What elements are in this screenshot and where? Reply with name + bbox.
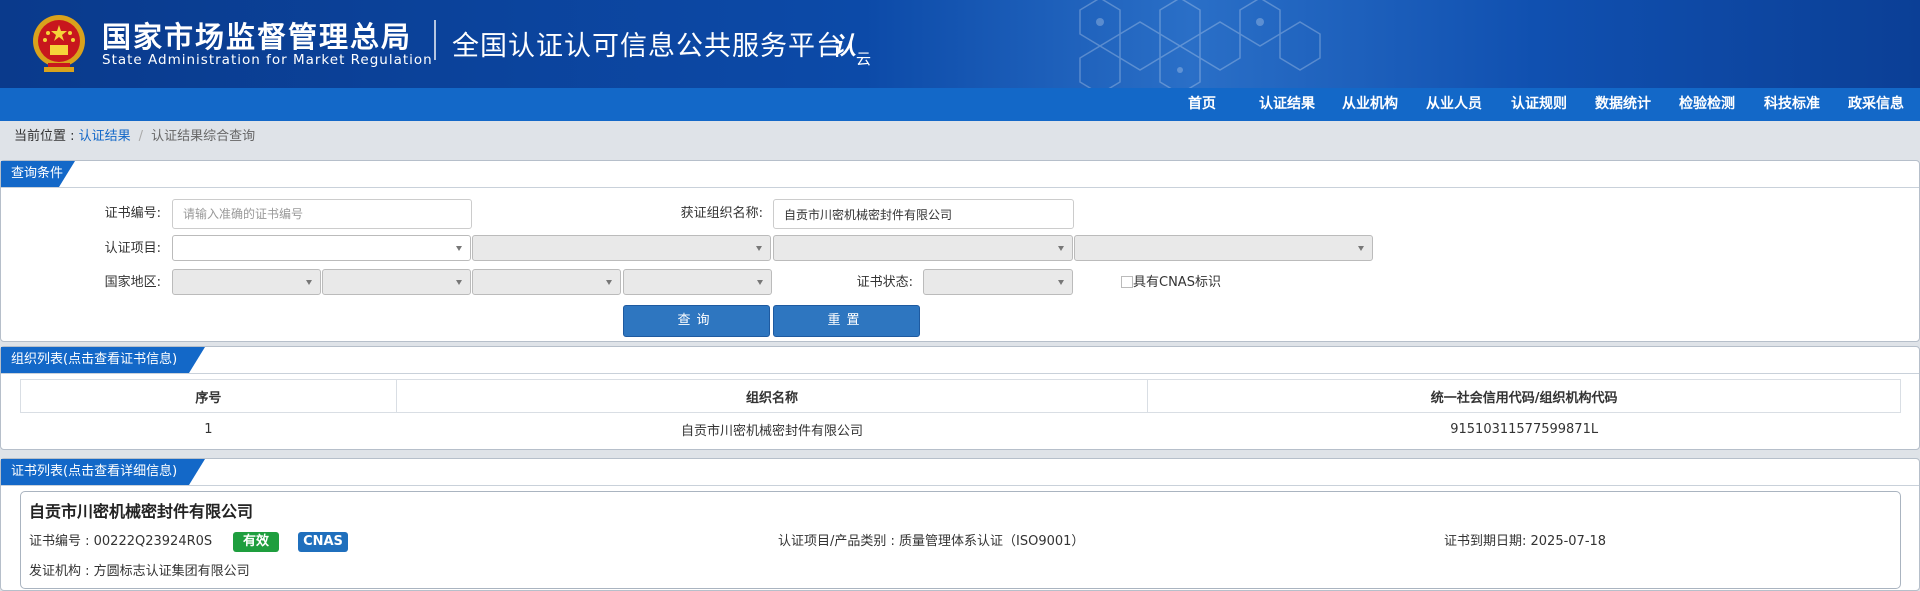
main-nav: 首页 认证结果 从业机构 从业人员 认证规则 数据统计 检验检测 科技标准 政采… bbox=[0, 88, 1920, 121]
cert-item-select-2[interactable] bbox=[472, 235, 771, 261]
header-divider bbox=[434, 20, 436, 60]
chevron-down-icon bbox=[1058, 246, 1064, 251]
cert-status-label: 证书状态: bbox=[856, 275, 913, 290]
region-select-1[interactable] bbox=[172, 269, 321, 295]
org-name-input[interactable] bbox=[773, 199, 1074, 229]
region-select-4[interactable] bbox=[623, 269, 772, 295]
org-table-header: 序号 组织名称 统一社会信用代码/组织机构代码 bbox=[20, 379, 1901, 413]
cert-item-select-4[interactable] bbox=[1074, 235, 1373, 261]
region-select-3[interactable] bbox=[472, 269, 621, 295]
org-list-panel-title: 组织列表(点击查看证书信息) bbox=[1, 347, 177, 373]
nav-item-statistics[interactable]: 数据统计 bbox=[1595, 88, 1651, 121]
nav-item-standards[interactable]: 科技标准 bbox=[1764, 88, 1820, 121]
chevron-down-icon bbox=[1058, 280, 1064, 285]
cert-card-item: 认证项目/产品类别 : 质量管理体系认证（ISO9001） bbox=[778, 534, 1085, 549]
cert-no-label: 证书编号: bbox=[104, 206, 161, 221]
org-list-panel: 组织列表(点击查看证书信息) 序号 组织名称 统一社会信用代码/组织机构代码 1… bbox=[0, 346, 1920, 450]
breadcrumb-prefix: 当前位置 : bbox=[14, 129, 79, 144]
chevron-down-icon bbox=[757, 280, 763, 285]
col-header-org-name: 组织名称 bbox=[395, 379, 1149, 413]
platform-title: 全国认证认可信息公共服务平台 bbox=[452, 31, 844, 62]
status-badge-valid: 有效 bbox=[233, 532, 279, 552]
cert-list-panel-title: 证书列表(点击查看详细信息) bbox=[1, 459, 177, 485]
nav-item-inspection[interactable]: 检验检测 bbox=[1679, 88, 1735, 121]
search-button[interactable]: 查询 bbox=[623, 305, 770, 337]
cert-no-input[interactable] bbox=[172, 199, 472, 229]
chevron-down-icon bbox=[606, 280, 612, 285]
cnas-checkbox[interactable] bbox=[1121, 276, 1133, 288]
agency-name-cn: 国家市场监督管理总局 bbox=[102, 20, 413, 54]
nav-item-procurement[interactable]: 政采信息 bbox=[1848, 88, 1904, 121]
col-header-credit-code: 统一社会信用代码/组织机构代码 bbox=[1147, 379, 1901, 413]
hexagon-pattern-decoration bbox=[1079, 0, 1321, 88]
cert-card-cert-no: 证书编号 : 00222Q23924R0S bbox=[29, 534, 213, 549]
table-row[interactable]: 1 自贡市川密机械密封件有限公司 91510311577599871L bbox=[20, 412, 1901, 446]
col-header-index: 序号 bbox=[20, 379, 397, 413]
cell-credit-code: 91510311577599871L bbox=[1147, 412, 1901, 446]
chevron-down-icon bbox=[1358, 246, 1364, 251]
logo-sub-text: 云 bbox=[856, 50, 872, 68]
query-panel-title: 查询条件 bbox=[1, 161, 63, 187]
chevron-down-icon bbox=[756, 246, 762, 251]
breadcrumb-link-cert-results[interactable]: 认证结果 bbox=[79, 129, 131, 144]
logo-text: 认 bbox=[832, 32, 856, 60]
breadcrumb-separator: / bbox=[138, 129, 144, 144]
breadcrumb: 当前位置 : 认证结果 / 认证结果综合查询 bbox=[14, 128, 255, 146]
cnas-checkbox-label: 具有CNAS标识 bbox=[1133, 275, 1221, 290]
national-emblem-icon bbox=[33, 15, 85, 72]
agency-name-en: State Administration for Market Regulati… bbox=[102, 52, 433, 68]
renzhengyun-logo[interactable]: 认云 bbox=[832, 26, 871, 68]
cert-card-issuer: 发证机构 : 方圆标志认证集团有限公司 bbox=[29, 564, 250, 579]
chevron-down-icon bbox=[456, 280, 462, 285]
query-panel: 查询条件 证书编号: 获证组织名称: 认证项目: 国家地区: 证书状态: 具有C… bbox=[0, 160, 1920, 342]
nav-item-personnel[interactable]: 从业人员 bbox=[1426, 88, 1482, 121]
site-header: 国家市场监督管理总局 State Administration for Mark… bbox=[0, 0, 1920, 88]
region-label: 国家地区: bbox=[104, 275, 161, 290]
cert-list-panel: 证书列表(点击查看详细信息) 自贡市川密机械密封件有限公司 证书编号 : 002… bbox=[0, 458, 1920, 591]
cert-item-select-1[interactable] bbox=[172, 235, 471, 261]
nav-item-home[interactable]: 首页 bbox=[1188, 88, 1216, 121]
nav-item-cert-rules[interactable]: 认证规则 bbox=[1511, 88, 1567, 121]
cell-org-name[interactable]: 自贡市川密机械密封件有限公司 bbox=[396, 412, 1148, 446]
cert-card-org-name: 自贡市川密机械密封件有限公司 bbox=[29, 502, 254, 521]
nav-item-cert-results[interactable]: 认证结果 bbox=[1259, 88, 1315, 121]
cert-item-label: 认证项目: bbox=[104, 241, 161, 256]
cell-index: 1 bbox=[20, 412, 397, 446]
org-name-label: 获证组织名称: bbox=[680, 206, 763, 221]
nav-item-institutions[interactable]: 从业机构 bbox=[1342, 88, 1398, 121]
region-select-2[interactable] bbox=[322, 269, 471, 295]
chevron-down-icon bbox=[456, 246, 462, 251]
cert-card[interactable]: 自贡市川密机械密封件有限公司 证书编号 : 00222Q23924R0S 有效 … bbox=[20, 491, 1901, 589]
org-table: 序号 组织名称 统一社会信用代码/组织机构代码 1 自贡市川密机械密封件有限公司… bbox=[20, 379, 1901, 446]
reset-button[interactable]: 重置 bbox=[773, 305, 920, 337]
chevron-down-icon bbox=[306, 280, 312, 285]
cnas-badge: CNAS bbox=[298, 532, 348, 552]
breadcrumb-current: 认证结果综合查询 bbox=[151, 129, 256, 144]
cert-item-select-3[interactable] bbox=[773, 235, 1073, 261]
cert-status-select[interactable] bbox=[923, 269, 1073, 295]
cert-card-expiry: 证书到期日期: 2025-07-18 bbox=[1444, 534, 1607, 549]
